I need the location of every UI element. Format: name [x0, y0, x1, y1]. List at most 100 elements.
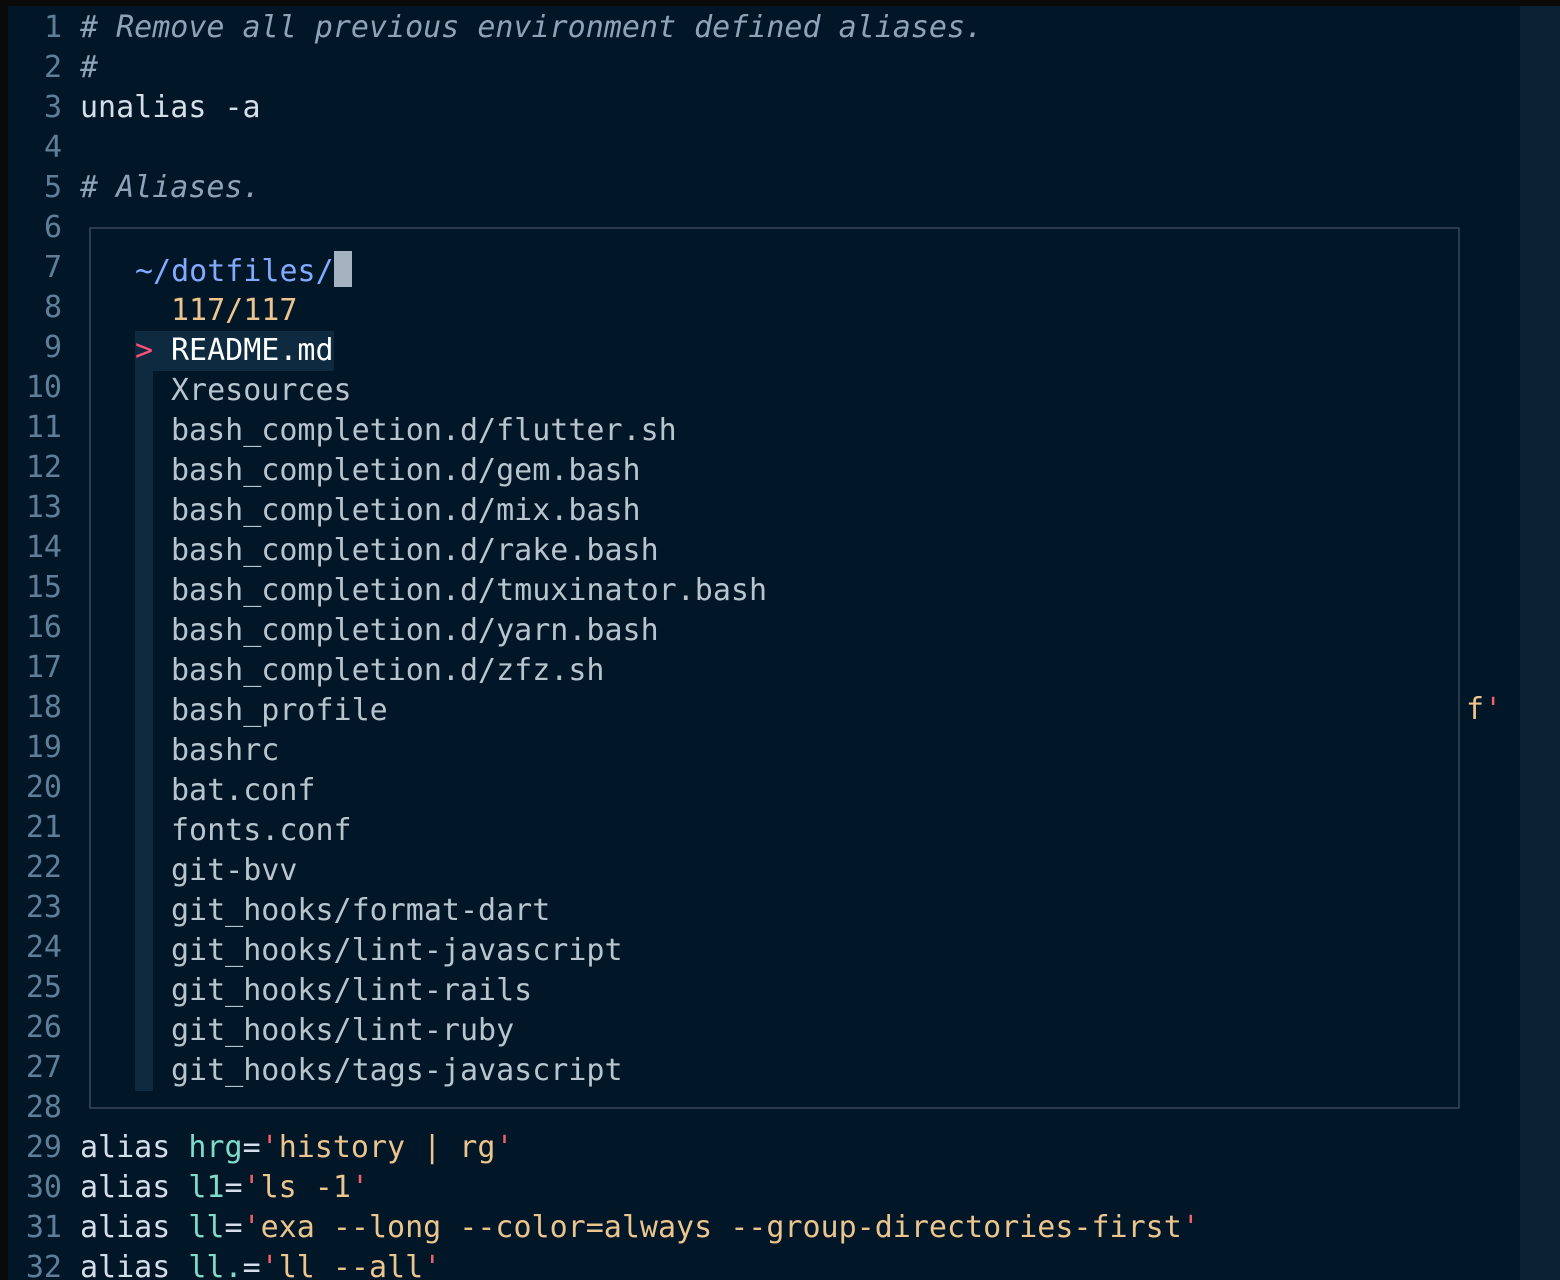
code-line[interactable]: 29 alias hrg='history | rg'	[8, 1128, 1200, 1168]
code-line[interactable]: 30 alias l1='ls -1'	[8, 1168, 1200, 1208]
line-number: 2	[43, 50, 62, 85]
line-content: alias ll.='ll --all'	[62, 1248, 441, 1280]
code-token: alias	[80, 1250, 189, 1280]
line-number: 26	[25, 1010, 62, 1045]
code-line[interactable]: 32 alias ll.='ll --all'	[8, 1248, 1200, 1280]
line-number: 14	[25, 530, 62, 565]
result-label: bash_completion.d/gem.bash	[171, 453, 641, 488]
result-item[interactable]: bash_completion.d/rake.bash	[135, 531, 767, 571]
code-token: =	[224, 1170, 243, 1205]
code-token: l1	[188, 1170, 225, 1205]
result-item[interactable]: git-bvv	[135, 851, 767, 891]
line-content: # Remove all previous environment define…	[62, 8, 983, 48]
line-number: 4	[43, 130, 62, 165]
code-token: '	[242, 1170, 261, 1205]
result-label: bash_completion.d/yarn.bash	[171, 613, 659, 648]
text-cursor	[333, 251, 352, 287]
code-line[interactable]: 4	[8, 128, 1200, 168]
result-label: git_hooks/tags-javascript	[171, 1053, 623, 1088]
code-line[interactable]: 31 alias ll='exa --long --color=always --…	[8, 1208, 1200, 1248]
line-number: 16	[25, 610, 62, 645]
code-token: # Remove all previous environment define…	[80, 10, 984, 45]
line-number: 10	[25, 370, 62, 405]
line-number: 23	[25, 890, 62, 925]
result-label: git_hooks/lint-javascript	[171, 933, 623, 968]
line-number: 19	[25, 730, 62, 765]
line-content: # Aliases.	[62, 168, 261, 208]
scrollbar[interactable]	[1520, 6, 1560, 1280]
result-label: bash_completion.d/mix.bash	[171, 493, 641, 528]
result-item[interactable]: bash_completion.d/tmuxinator.bash	[135, 571, 767, 611]
result-item[interactable]: bashrc	[135, 731, 767, 771]
line-number: 20	[25, 770, 62, 805]
result-item[interactable]: bash_completion.d/yarn.bash	[135, 611, 767, 651]
code-token: =	[242, 1250, 261, 1280]
result-label: fonts.conf	[171, 813, 352, 848]
line-content: alias ll='exa --long --color=always --gr…	[62, 1208, 1200, 1248]
result-label: git_hooks/lint-rails	[171, 973, 533, 1008]
code-token: alias	[80, 1130, 189, 1165]
result-item[interactable]: fonts.conf	[135, 811, 767, 851]
code-token: =	[224, 1210, 243, 1245]
code-line[interactable]: 1 # Remove all previous environment defin…	[8, 8, 1200, 48]
line-number: 8	[43, 290, 62, 325]
line-number: 25	[25, 970, 62, 1005]
code-token: #	[80, 50, 99, 85]
line-number: 12	[25, 450, 62, 485]
line-number: 7	[43, 250, 62, 285]
terminal-window: 1 # Remove all previous environment defin…	[8, 6, 1560, 1280]
line-number: 22	[25, 850, 62, 885]
selection-marker: >	[135, 331, 171, 371]
result-item[interactable]: git_hooks/lint-rails	[135, 971, 767, 1011]
code-token: ll --all	[278, 1250, 424, 1280]
result-label: bash_completion.d/zfz.sh	[171, 653, 605, 688]
result-item[interactable]: git_hooks/format-dart	[135, 891, 767, 931]
line-number: 11	[25, 410, 62, 445]
line-content: #	[62, 48, 98, 88]
code-token: '	[350, 1170, 369, 1205]
line-number: 6	[43, 210, 62, 245]
result-label: Xresources	[171, 373, 352, 408]
code-token: alias	[80, 1170, 189, 1205]
result-label: bash_profile	[171, 693, 388, 728]
match-counter: 117/117	[171, 293, 298, 328]
code-token: '	[1181, 1210, 1200, 1245]
code-line[interactable]: 3 unalias -a	[8, 88, 1200, 128]
result-item[interactable]: git_hooks/lint-javascript	[135, 931, 767, 971]
line-number: 1	[43, 10, 62, 45]
result-item[interactable]: bash_profile	[135, 691, 767, 731]
line-content: alias hrg='history | rg'	[62, 1128, 514, 1168]
line-number: 21	[25, 810, 62, 845]
code-token: unalias -a	[80, 90, 261, 125]
result-item[interactable]: git_hooks/lint-ruby	[135, 1011, 767, 1051]
result-item[interactable]: Xresources	[135, 371, 767, 411]
line-content: alias l1='ls -1'	[62, 1168, 369, 1208]
result-item[interactable]: git_hooks/tags-javascript	[135, 1051, 767, 1091]
result-item[interactable]: bash_completion.d/mix.bash	[135, 491, 767, 531]
result-item-selected[interactable]: > README.md	[135, 331, 334, 371]
finder-prompt[interactable]: ~/dotfiles/	[135, 251, 352, 291]
code-line[interactable]: 2 #	[8, 48, 1200, 88]
line-number: 9	[43, 330, 62, 365]
result-item[interactable]: bash_completion.d/flutter.sh	[135, 411, 767, 451]
result-label: bashrc	[171, 733, 280, 768]
line-number: 13	[25, 490, 62, 525]
result-item[interactable]: bat.conf	[135, 771, 767, 811]
line-number: 18	[25, 690, 62, 725]
finder-query[interactable]: ~/dotfiles/	[135, 254, 334, 289]
result-label: bash_completion.d/tmuxinator.bash	[171, 573, 768, 608]
code-token: hrg	[188, 1130, 243, 1165]
fragment-char: f	[1466, 692, 1485, 727]
code-token: history | rg	[278, 1130, 496, 1165]
fuzzy-finder-popup: ~/dotfiles/ 117/117 > README.md Xresources…	[89, 227, 1460, 1109]
underlying-code-fragment: f'	[1466, 690, 1502, 730]
result-item[interactable]: bash_completion.d/zfz.sh	[135, 651, 767, 691]
result-label: git_hooks/lint-ruby	[171, 1013, 515, 1048]
result-item[interactable]: bash_completion.d/gem.bash	[135, 451, 767, 491]
code-token: alias	[80, 1210, 189, 1245]
code-line[interactable]: 5 # Aliases.	[8, 168, 1200, 208]
code-token: '	[423, 1250, 442, 1280]
code-token: ls -1	[260, 1170, 351, 1205]
line-number: 17	[25, 650, 62, 685]
line-number: 15	[25, 570, 62, 605]
